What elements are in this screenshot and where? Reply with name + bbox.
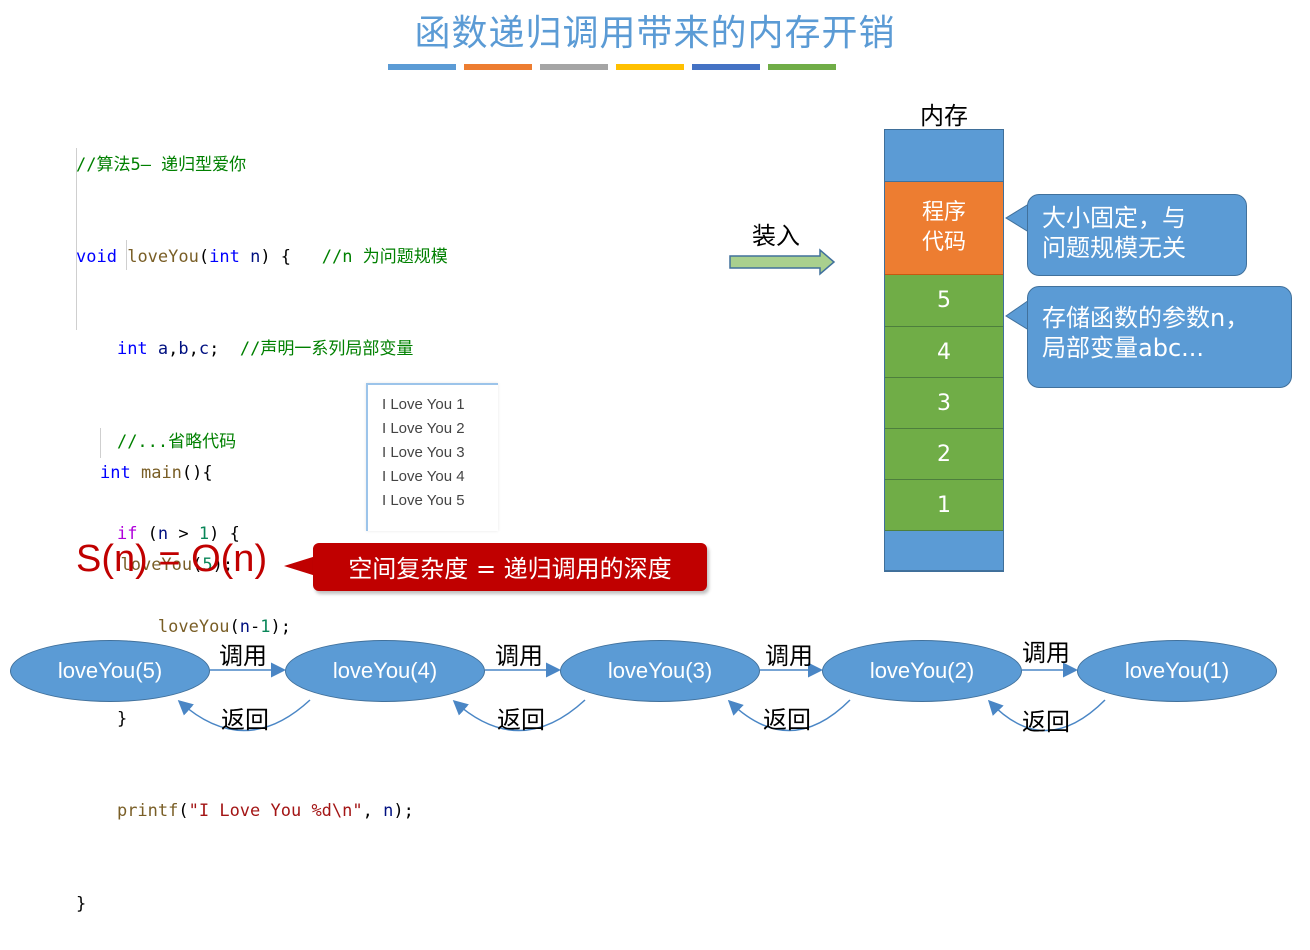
console-line: I Love You 1 xyxy=(382,396,465,413)
memory-cell-empty xyxy=(885,130,1003,182)
return-label: 返回 xyxy=(221,706,269,734)
code-line: int a,b,c; //声明一系列局部变量 xyxy=(116,339,414,360)
return-label: 返回 xyxy=(497,706,545,734)
code-line: printf("I Love You %d\n", n); xyxy=(116,801,414,822)
console-line: I Love You 4 xyxy=(382,468,465,485)
return-label: 返回 xyxy=(763,706,811,734)
code-token: c xyxy=(198,339,210,360)
code-line: //算法5— 递归型爱你 xyxy=(76,150,448,181)
call-label: 调用 xyxy=(765,642,813,670)
code-token: a xyxy=(157,339,169,360)
code-token: int xyxy=(209,246,240,267)
code-token: main xyxy=(140,462,182,483)
code-token: printf xyxy=(116,801,179,822)
code-token: "I Love You %d\n" xyxy=(188,801,363,822)
code-line: void loveYou(int n) { //n 为问题规模 xyxy=(76,246,448,267)
call-chain-arrows xyxy=(177,662,1106,732)
title-stripe xyxy=(388,64,456,70)
code-comment: //n 为问题规模 xyxy=(321,246,448,267)
complexity-note: 空间复杂度 = 递归调用的深度 xyxy=(313,543,707,591)
title-stripe xyxy=(692,64,760,70)
call-label: 调用 xyxy=(1022,639,1070,667)
memory-cell: 程序 代码 xyxy=(885,182,1003,275)
console-line: I Love You 2 xyxy=(382,420,465,437)
memory-cell: 2 xyxy=(885,429,1003,480)
console-line: I Love You 3 xyxy=(382,444,465,461)
memory-column: 程序 代码 5 4 3 2 1 xyxy=(884,129,1004,572)
console-output: I Love You 1 I Love You 2 I Love You 3 I… xyxy=(366,383,498,531)
code-line: int main(){ xyxy=(100,462,213,483)
code-comment: //声明一系列局部变量 xyxy=(239,339,414,360)
code-line: } xyxy=(76,893,87,914)
stack-frame-callout: 存储函数的参数n， 局部变量abc... xyxy=(1027,286,1292,388)
code-token: loveYou xyxy=(127,246,199,267)
code-token: void xyxy=(76,246,117,267)
memory-label: 内存 xyxy=(920,102,968,130)
return-label: 返回 xyxy=(1022,708,1070,736)
console-line: I Love You 5 xyxy=(382,492,465,509)
call-label: 调用 xyxy=(219,642,267,670)
page-title: 函数递归调用带来的内存开销 xyxy=(414,13,896,54)
memory-cell: 5 xyxy=(885,275,1003,327)
code-token: b xyxy=(178,339,189,360)
space-complexity-formula: S(n) = O(n) xyxy=(76,538,268,580)
memory-cell: 1 xyxy=(885,480,1003,531)
memory-cell-empty xyxy=(885,531,1003,571)
code-token: n xyxy=(250,246,261,267)
title-stripe xyxy=(464,64,532,70)
load-label: 装入 xyxy=(752,222,800,250)
load-arrow xyxy=(729,248,836,276)
memory-cell: 4 xyxy=(885,327,1003,378)
code-size-callout: 大小固定，与 问题规模无关 xyxy=(1027,194,1247,276)
code-token: n xyxy=(383,801,394,822)
code-token: int xyxy=(100,462,131,483)
title-stripe xyxy=(540,64,608,70)
code-token: //算法5— 递归型爱你 xyxy=(76,154,247,175)
code-token: int xyxy=(116,339,148,360)
title-stripe xyxy=(768,64,836,70)
memory-cell: 3 xyxy=(885,378,1003,429)
title-stripe xyxy=(616,64,684,70)
call-label: 调用 xyxy=(495,642,543,670)
